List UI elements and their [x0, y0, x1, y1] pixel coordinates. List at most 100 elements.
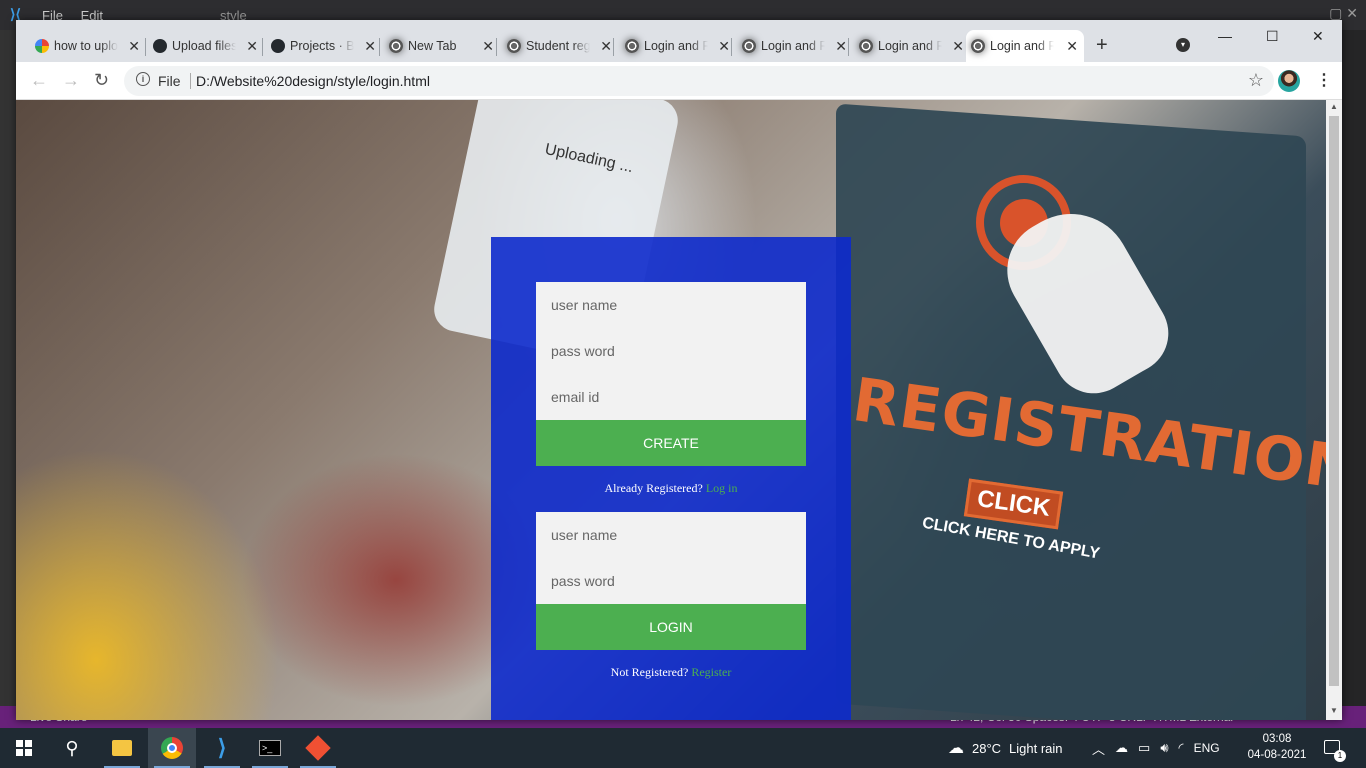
register-email-input[interactable]: [536, 374, 806, 420]
tab-title: Login and Registration: [644, 39, 708, 53]
tab-separator: [262, 38, 263, 56]
close-tab-icon[interactable]: ✕: [600, 38, 612, 55]
google-icon: [35, 39, 49, 53]
omnibox-divider: [190, 73, 191, 89]
vscode-taskbar-icon[interactable]: ⟩: [198, 728, 246, 768]
github-icon: [153, 39, 167, 53]
browser-tab[interactable]: Login and Registration ✕: [854, 30, 970, 62]
browser-tab[interactable]: Login and Registration ✕: [620, 30, 736, 62]
back-arrow-icon[interactable]: ←: [30, 70, 48, 91]
register-link[interactable]: Register: [691, 665, 731, 679]
close-tab-icon[interactable]: ✕: [718, 38, 730, 55]
close-tab-icon[interactable]: ✕: [482, 38, 494, 55]
globe-icon: [507, 39, 521, 53]
terminal-taskbar-icon[interactable]: >_: [246, 728, 294, 768]
browser-toolbar: ← → ↻ i File D:/Website%20design/style/l…: [16, 62, 1342, 100]
page-viewport: Uploading ... REGISTRATION CLICK CLICK H…: [16, 100, 1326, 720]
login-username-input[interactable]: [536, 512, 806, 558]
windows-logo-icon: [16, 740, 32, 756]
weather-temperature: 28°C: [972, 740, 1002, 756]
login-password-input[interactable]: [536, 558, 806, 604]
search-icon[interactable]: ⚲: [48, 728, 96, 768]
browser-tab[interactable]: how to upload ✕: [30, 30, 146, 62]
windows-taskbar: ⚲ ⟩ >_ ☁ 28°C Light rain ︿ ☁ ▭ 🔊︎ ◜ ENG …: [0, 728, 1366, 768]
forward-arrow-icon[interactable]: →: [62, 70, 80, 91]
minimize-button[interactable]: —: [1218, 28, 1232, 44]
tab-search-icon[interactable]: ▾: [1176, 38, 1190, 52]
tab-strip: how to upload ✕ Upload files ✕ Projects …: [16, 20, 1342, 62]
close-tab-icon[interactable]: ✕: [835, 38, 847, 55]
chevron-up-icon[interactable]: ︿: [1092, 739, 1105, 758]
close-tab-icon[interactable]: ✕: [364, 38, 376, 55]
browser-tab[interactable]: Upload files ✕: [148, 30, 264, 62]
browser-tab[interactable]: Login and Registration ✕: [737, 30, 853, 62]
address-bar[interactable]: i File D:/Website%20design/style/login.h…: [124, 66, 1274, 96]
tab-title: how to upload: [54, 39, 118, 53]
browser-tab[interactable]: Projects · Board ✕: [266, 30, 382, 62]
page-scrollbar[interactable]: ▲ ▼: [1326, 100, 1342, 720]
new-tab-button[interactable]: +: [1096, 34, 1108, 57]
chrome-taskbar-icon[interactable]: [148, 728, 196, 768]
login-button[interactable]: LOGIN: [536, 604, 806, 650]
close-window-button[interactable]: ✕: [1312, 28, 1324, 45]
weather-description: Light rain: [1009, 740, 1063, 756]
language-indicator[interactable]: ENG: [1194, 741, 1220, 755]
tab-separator: [848, 38, 849, 56]
bookmark-star-icon[interactable]: ☆: [1248, 70, 1264, 91]
start-button[interactable]: [0, 728, 48, 768]
tab-separator: [496, 38, 497, 56]
scroll-down-icon[interactable]: ▼: [1330, 706, 1338, 715]
scrollbar-thumb[interactable]: [1329, 116, 1339, 686]
vscode-activity-bar: [0, 30, 16, 720]
onedrive-icon[interactable]: ☁: [1115, 740, 1128, 756]
scroll-up-icon[interactable]: ▲: [1330, 102, 1338, 111]
chrome-icon: [389, 39, 403, 53]
git-taskbar-icon[interactable]: [294, 728, 342, 768]
tab-separator: [613, 38, 614, 56]
close-tab-icon[interactable]: ✕: [128, 38, 140, 55]
clock[interactable]: 03:08 04-08-2021: [1244, 731, 1310, 763]
maximize-button[interactable]: ☐: [1266, 28, 1279, 45]
url-text[interactable]: D:/Website%20design/style/login.html: [196, 73, 430, 89]
file-explorer-icon[interactable]: [98, 728, 146, 768]
create-button[interactable]: CREATE: [536, 420, 806, 466]
tab-title: Login and Registration: [990, 39, 1054, 53]
browser-tab[interactable]: New Tab ✕: [384, 30, 500, 62]
already-registered-message: Already Registered? Log in: [491, 481, 851, 496]
tab-title: New Tab: [408, 39, 457, 53]
notification-count-badge: 1: [1334, 750, 1346, 762]
close-tab-icon[interactable]: ✕: [246, 38, 258, 55]
volume-icon[interactable]: 🔊︎: [1160, 740, 1168, 756]
globe-icon: [859, 39, 873, 53]
tab-title: Login and Registration: [878, 39, 942, 53]
close-tab-icon[interactable]: ✕: [1066, 38, 1078, 55]
wifi-icon[interactable]: ◜: [1179, 740, 1184, 756]
globe-icon: [971, 39, 985, 53]
cloud-rain-icon: ☁: [948, 740, 964, 757]
profile-avatar[interactable]: [1278, 70, 1300, 92]
tab-title: Projects · Board: [290, 39, 354, 53]
globe-icon: [742, 39, 756, 53]
system-tray: ︿ ☁ ▭ 🔊︎ ◜ ENG: [1092, 728, 1220, 768]
already-registered-text: Already Registered?: [604, 481, 703, 495]
tab-separator: [145, 38, 146, 56]
browser-tab[interactable]: Student registration ✕: [502, 30, 618, 62]
tab-separator: [379, 38, 380, 56]
not-registered-message: Not Registered? Register: [491, 665, 851, 680]
weather-widget[interactable]: ☁ 28°C Light rain: [948, 728, 1063, 768]
info-icon[interactable]: i: [136, 72, 150, 86]
login-link[interactable]: Log in: [706, 481, 738, 495]
reload-icon[interactable]: ↻: [94, 70, 109, 91]
close-tab-icon[interactable]: ✕: [952, 38, 964, 55]
tab-title: Student registration: [526, 39, 590, 53]
tab-separator: [731, 38, 732, 56]
register-username-input[interactable]: [536, 282, 806, 328]
clock-time: 03:08: [1262, 733, 1292, 745]
globe-icon: [625, 39, 639, 53]
chrome-menu-icon[interactable]: ⋮: [1316, 70, 1332, 90]
register-password-input[interactable]: [536, 328, 806, 374]
url-scheme-label: File: [158, 73, 181, 89]
vscode-editor-edge: [1341, 30, 1366, 720]
battery-icon[interactable]: ▭: [1138, 740, 1150, 756]
browser-tab-active[interactable]: Login and Registration ✕: [966, 30, 1084, 62]
